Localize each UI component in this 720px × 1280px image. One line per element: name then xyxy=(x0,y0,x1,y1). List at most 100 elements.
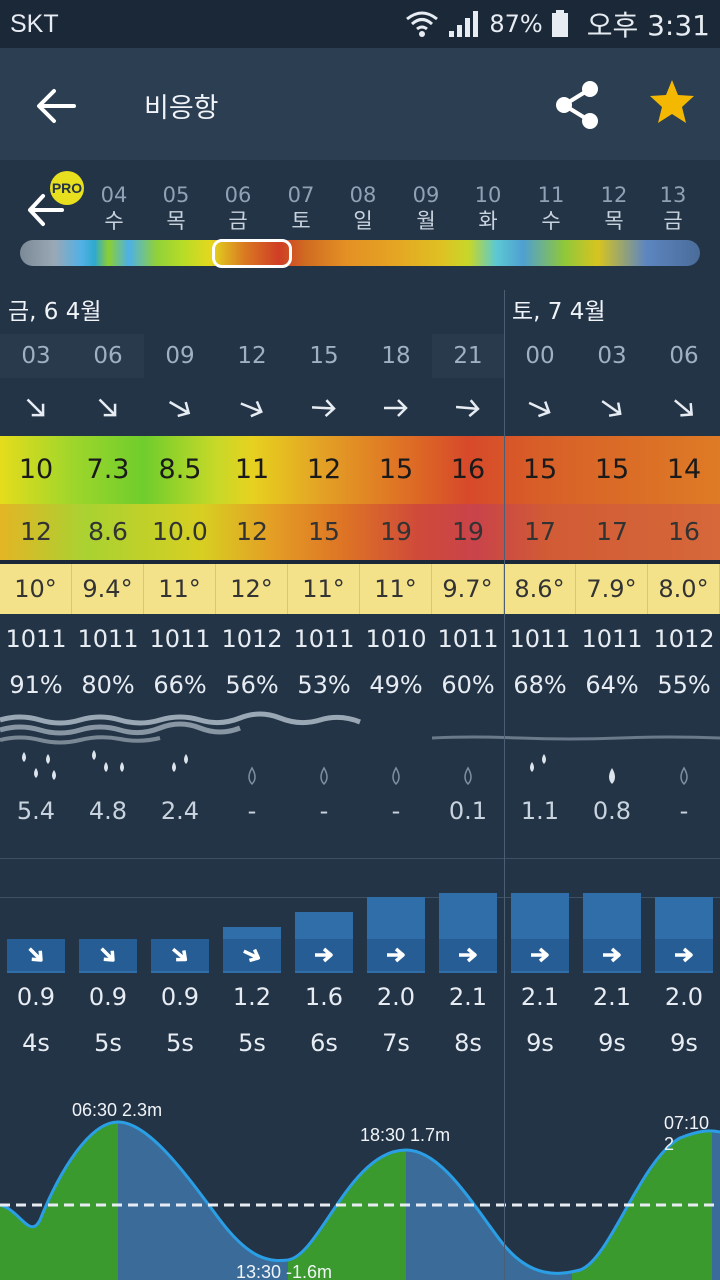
rain-amount-row: 5.4 4.8 2.4 - - - 0.1 1.1 0.8 - xyxy=(0,788,720,834)
date-day: 13 xyxy=(659,183,687,207)
wind-overview-bar[interactable] xyxy=(20,240,700,266)
tide-high-label: 06:30 2.3m xyxy=(72,1100,163,1120)
date-item[interactable]: 12 목 xyxy=(584,182,644,234)
wind-gust-cell: 16 xyxy=(668,517,700,546)
wind-speed-cell: 8.5 xyxy=(158,454,202,485)
tide-rising-segment xyxy=(288,1122,406,1280)
date-item[interactable]: 09 월 xyxy=(396,182,456,234)
wave-period-cell: 9s xyxy=(526,1029,554,1057)
tide-falling-segment xyxy=(406,1122,572,1280)
temperature-row: 10° 9.4° 11° 12° 11° 11° 9.7° 8.6° 7.9° … xyxy=(0,564,720,614)
date-item[interactable]: 11 수 xyxy=(521,182,581,234)
rain-light-icon xyxy=(609,768,615,784)
day-divider xyxy=(504,290,505,1280)
humidity-cell: 91% xyxy=(9,671,63,699)
wind-arrow-icon xyxy=(240,400,263,418)
wave-height-row: 0.9 0.9 0.9 1.2 1.6 2.0 2.1 2.1 2.1 2.0 xyxy=(0,974,720,1020)
wind-direction-cell xyxy=(72,384,144,432)
wind-direction-cell xyxy=(216,384,288,432)
rain-moderate-icon xyxy=(172,754,188,772)
tide-high-label: 07:10 2 xyxy=(664,1113,710,1154)
pressure-cell: 1011 xyxy=(581,625,643,653)
rain-none-icon xyxy=(248,766,256,786)
share-icon[interactable] xyxy=(554,80,600,130)
date-item[interactable]: 04 수 xyxy=(84,182,144,234)
temperature-cell: 11° xyxy=(288,564,360,614)
signal-icon xyxy=(449,11,479,37)
wave-height-cell: 2.0 xyxy=(376,983,416,1011)
wind-gust-cell: 10.0 xyxy=(152,517,208,546)
wind-speed-cell: 15 xyxy=(522,454,558,485)
humidity-cell: 64% xyxy=(585,671,639,699)
wind-direction-cell xyxy=(360,384,432,432)
rain-amount-cell: 5.4 xyxy=(16,797,56,825)
tide-low-label: 13:30 -1.6m xyxy=(236,1264,333,1280)
date-item[interactable]: 07 토 xyxy=(271,182,331,234)
date-weekday: 수 xyxy=(104,209,124,233)
battery-percent: 87% xyxy=(489,10,543,38)
selected-range-window[interactable] xyxy=(212,239,292,268)
wind-arrow-icon xyxy=(674,399,694,417)
wind-speed-cell: 11 xyxy=(234,454,270,485)
humidity-cell: 68% xyxy=(513,671,567,699)
rain-drops-cell xyxy=(72,742,144,788)
rain-none-icon xyxy=(680,766,688,786)
wind-speed-cell: 7.3 xyxy=(86,454,130,485)
wind-arrow-icon xyxy=(311,399,336,418)
wave-direction-arrow-icon xyxy=(367,939,425,971)
date-item[interactable]: 05 목 xyxy=(146,182,206,234)
wind-direction-cell xyxy=(576,384,648,432)
wave-period-cell: 5s xyxy=(94,1029,122,1057)
temperature-cell: 11° xyxy=(144,564,216,614)
humidity-cell: 80% xyxy=(81,671,135,699)
wind-gust-cell: 12 xyxy=(236,517,268,546)
date-day: 11 xyxy=(537,183,565,207)
cloud-cover-graphic xyxy=(0,711,720,745)
wind-speed-cell: 14 xyxy=(666,454,702,485)
wind-speed-cell: 15 xyxy=(378,454,414,485)
date-item[interactable]: 10 화 xyxy=(458,182,518,234)
wave-period-cell: 7s xyxy=(382,1029,410,1057)
date-weekday: 화 xyxy=(478,209,498,233)
rain-heavy-icon xyxy=(22,752,56,780)
hours-row: 03 06 09 12 15 18 21 00 03 06 xyxy=(0,334,720,378)
rain-amount-cell: 0.1 xyxy=(448,797,488,825)
date-item[interactable]: 13 금 xyxy=(643,182,703,234)
hour-cell: 18 xyxy=(381,343,411,369)
date-item[interactable]: 06 금 xyxy=(208,182,268,234)
wave-direction-arrow-icon xyxy=(655,939,713,971)
pressure-cell: 1011 xyxy=(5,625,67,653)
rain-drops-cell xyxy=(288,742,360,788)
wind-gust-cell: 8.6 xyxy=(88,517,128,546)
hour-cell: 15 xyxy=(309,343,339,369)
favorite-star-icon[interactable] xyxy=(648,78,696,126)
tide-high-label: 18:30 1.7m xyxy=(360,1125,451,1145)
humidity-cell: 56% xyxy=(225,671,279,699)
rain-amount-cell: - xyxy=(679,797,689,825)
rain-amount-cell: - xyxy=(247,797,257,825)
temperature-cell: 10° xyxy=(0,564,72,614)
rain-amount-cell: 1.1 xyxy=(520,797,560,825)
wave-direction-arrow-icon xyxy=(511,939,569,971)
back-arrow-icon[interactable] xyxy=(34,84,78,128)
wave-height-cell: 2.1 xyxy=(592,983,632,1011)
pressure-cell: 1010 xyxy=(365,625,427,653)
wave-height-cell: 1.6 xyxy=(304,983,344,1011)
rain-amount-cell: 0.8 xyxy=(592,797,632,825)
wind-gust-row: 12 8.6 10.0 12 15 19 19 17 17 16 xyxy=(0,504,720,560)
date-item[interactable]: 08 일 xyxy=(333,182,393,234)
wind-direction-row xyxy=(0,384,720,432)
pro-badge[interactable]: PRO xyxy=(50,171,84,205)
date-day: 04 xyxy=(100,183,128,207)
wave-height-cell: 2.1 xyxy=(448,983,488,1011)
wind-direction-cell xyxy=(288,384,360,432)
rain-none-icon xyxy=(320,766,328,786)
wave-direction-arrow-icon xyxy=(295,939,353,971)
pressure-cell: 1011 xyxy=(77,625,139,653)
date-day: 06 xyxy=(224,183,252,207)
status-right: 87% 오후 3:31 xyxy=(405,4,710,44)
wind-direction-cell xyxy=(0,384,72,432)
wifi-icon xyxy=(406,11,439,37)
hour-cell: 12 xyxy=(237,343,267,369)
humidity-cell: 53% xyxy=(297,671,351,699)
